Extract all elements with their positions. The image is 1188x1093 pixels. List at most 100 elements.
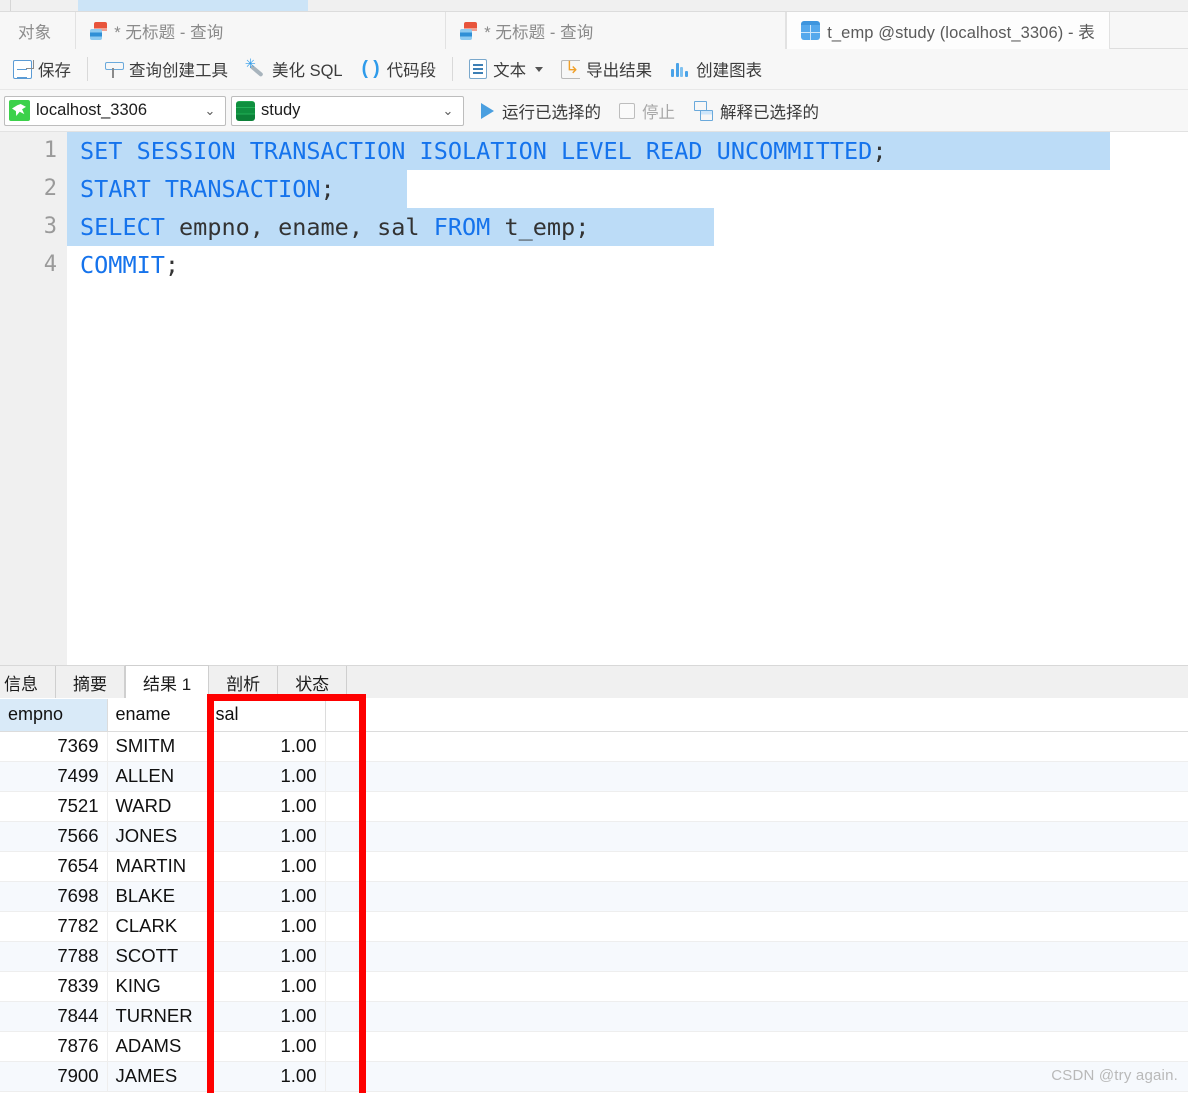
cell-blank[interactable]: [325, 911, 1188, 942]
cell-sal[interactable]: 1.00: [207, 1001, 326, 1032]
cell-empno[interactable]: 7782: [0, 911, 108, 942]
text-view-button[interactable]: 文本: [460, 53, 552, 85]
result-tab-2[interactable]: 摘要: [56, 666, 125, 698]
table-row[interactable]: 7844 TURNER 1.00: [0, 1001, 1188, 1032]
query-builder-button[interactable]: 查询创建工具: [95, 53, 237, 85]
database-select[interactable]: study ⌄: [231, 95, 464, 126]
cell-ename[interactable]: ALLEN: [107, 761, 208, 792]
cell-ename[interactable]: ADAMS: [107, 1031, 208, 1062]
column-header-empno[interactable]: empno: [0, 699, 108, 732]
table-row[interactable]: 7566 JONES 1.00: [0, 821, 1188, 852]
cell-ename[interactable]: WARD: [107, 791, 208, 822]
table-row[interactable]: 7876 ADAMS 1.00: [0, 1031, 1188, 1062]
cell-blank[interactable]: [325, 731, 1188, 762]
cell-ename[interactable]: KING: [107, 971, 208, 1002]
cell-empno[interactable]: 7566: [0, 821, 108, 852]
table-row[interactable]: 7499 ALLEN 1.00: [0, 761, 1188, 792]
code-snippet-button[interactable]: ( ) 代码段: [352, 53, 446, 85]
table-row[interactable]: 7782 CLARK 1.00: [0, 911, 1188, 942]
chevron-down-icon[interactable]: ⌄: [435, 103, 461, 119]
cell-ename[interactable]: JAMES: [107, 1061, 208, 1092]
table-row[interactable]: 7369 SMITM 1.00: [0, 731, 1188, 762]
cell-blank[interactable]: [325, 1001, 1188, 1032]
connection-select[interactable]: localhost_3306 ⌄: [4, 95, 226, 126]
result-tab-3[interactable]: 结果 1: [125, 665, 210, 698]
cell-blank[interactable]: [325, 821, 1188, 852]
cell-empno[interactable]: 7839: [0, 971, 108, 1002]
code-line[interactable]: START TRANSACTION;: [67, 170, 1188, 208]
cell-empno[interactable]: 7499: [0, 761, 108, 792]
cell-ename[interactable]: MARTIN: [107, 851, 208, 882]
chevron-down-icon[interactable]: [535, 66, 544, 72]
cell-sal[interactable]: 1.00: [207, 731, 326, 762]
cell-ename[interactable]: BLAKE: [107, 881, 208, 912]
cell-sal[interactable]: 1.00: [207, 911, 326, 942]
toolbar-separator: [452, 57, 454, 81]
export-result-button[interactable]: 导出结果: [552, 53, 661, 85]
cell-sal[interactable]: 1.00: [207, 971, 326, 1002]
table-row[interactable]: 7698 BLAKE 1.00: [0, 881, 1188, 912]
cell-ename[interactable]: TURNER: [107, 1001, 208, 1032]
cell-empno[interactable]: 7654: [0, 851, 108, 882]
cell-empno[interactable]: 7369: [0, 731, 108, 762]
selected-object-row[interactable]: [78, 0, 308, 11]
code-line[interactable]: SET SESSION TRANSACTION ISOLATION LEVEL …: [67, 132, 1188, 170]
result-grid[interactable]: empno ename sal 7369 SMITM 1.00 7499 ALLEN 1.00…: [0, 698, 1188, 1093]
code-line[interactable]: SELECT empno, ename, sal FROM t_emp;: [67, 208, 1188, 246]
cell-blank[interactable]: [325, 1031, 1188, 1062]
cell-ename[interactable]: JONES: [107, 821, 208, 852]
cell-ename[interactable]: SCOTT: [107, 941, 208, 972]
cell-sal[interactable]: 1.00: [207, 761, 326, 792]
result-tab-bar-filler: [347, 666, 1188, 698]
cell-blank[interactable]: [325, 851, 1188, 882]
create-chart-button[interactable]: 创建图表: [661, 53, 771, 85]
cell-sal[interactable]: 1.00: [207, 821, 326, 852]
cell-blank[interactable]: [325, 791, 1188, 822]
explain-selected-button[interactable]: 解释已选择的: [684, 95, 828, 127]
cell-empno[interactable]: 7900: [0, 1061, 108, 1092]
cell-empno[interactable]: 7698: [0, 881, 108, 912]
query-builder-label: 查询创建工具: [129, 62, 228, 80]
cell-sal[interactable]: 1.00: [207, 881, 326, 912]
cell-blank[interactable]: [325, 941, 1188, 972]
sql-code-area[interactable]: SET SESSION TRANSACTION ISOLATION LEVEL …: [67, 132, 1188, 665]
cell-empno[interactable]: 7521: [0, 791, 108, 822]
chevron-down-icon[interactable]: ⌄: [197, 103, 223, 119]
tab-untitled-query-2[interactable]: * 无标题 - 查询: [446, 12, 787, 49]
cell-blank[interactable]: [325, 761, 1188, 792]
table-row[interactable]: 7788 SCOTT 1.00: [0, 941, 1188, 972]
cell-ename[interactable]: SMITM: [107, 731, 208, 762]
code-line[interactable]: COMMIT;: [67, 246, 1188, 284]
cell-blank[interactable]: [325, 881, 1188, 912]
table-row[interactable]: 7839 KING 1.00: [0, 971, 1188, 1002]
result-tab-1[interactable]: 信息: [0, 666, 56, 698]
tab-untitled-query-1[interactable]: * 无标题 - 查询: [76, 12, 447, 49]
table-row[interactable]: 7654 MARTIN 1.00: [0, 851, 1188, 882]
beautify-sql-button[interactable]: 美化 SQL: [237, 53, 352, 85]
result-tab-5[interactable]: 状态: [278, 666, 348, 698]
code-line-text: SELECT empno, ename, sal FROM t_emp;: [80, 208, 1188, 246]
table-row[interactable]: 7900 JAMES 1.00: [0, 1061, 1188, 1092]
cell-empno[interactable]: 7844: [0, 1001, 108, 1032]
cell-blank[interactable]: [325, 971, 1188, 1002]
result-table: empno ename sal 7369 SMITM 1.00 7499 ALLEN 1.00…: [0, 699, 1188, 1092]
column-header-sal[interactable]: sal: [207, 699, 326, 732]
cell-sal[interactable]: 1.00: [207, 791, 326, 822]
tab-objects[interactable]: 对象: [0, 12, 77, 49]
run-selected-button[interactable]: 运行已选择的: [472, 95, 610, 127]
tab-t-emp-table[interactable]: t_emp @study (localhost_3306) - 表: [786, 12, 1110, 49]
sql-editor[interactable]: 1 2 3 4 SET SESSION TRANSACTION ISOLATION L…: [0, 132, 1188, 665]
cell-empno[interactable]: 7876: [0, 1031, 108, 1062]
table-row[interactable]: 7521 WARD 1.00: [0, 791, 1188, 822]
save-button[interactable]: 保存: [4, 53, 80, 85]
column-header-ename[interactable]: ename: [107, 699, 208, 732]
cell-sal[interactable]: 1.00: [207, 1031, 326, 1062]
cell-sal[interactable]: 1.00: [207, 851, 326, 882]
cell-ename[interactable]: CLARK: [107, 911, 208, 942]
cell-sal[interactable]: 1.00: [207, 941, 326, 972]
cell-sal[interactable]: 1.00: [207, 1061, 326, 1092]
export-result-label: 导出结果: [586, 62, 653, 80]
result-tab-4[interactable]: 剖析: [209, 666, 279, 698]
column-header-blank[interactable]: [325, 699, 1188, 732]
cell-empno[interactable]: 7788: [0, 941, 108, 972]
